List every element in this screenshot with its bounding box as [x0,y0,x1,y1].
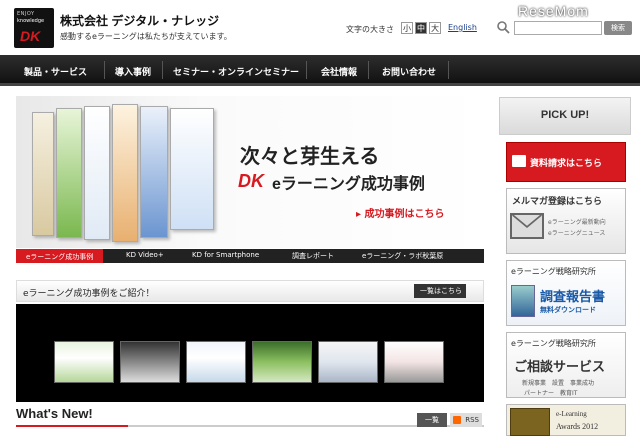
award-badge-icon [510,408,550,436]
nav-item-seminars[interactable]: セミナー・オンラインセミナー [173,65,299,78]
banner-panel [140,106,168,238]
rss-icon [453,416,461,424]
research-report-sub: 無料ダウンロード [540,306,596,314]
search-input[interactable] [514,21,602,35]
rss-button[interactable]: RSS [450,413,482,427]
company-name: 株式会社 デジタル・ナレッジ [60,14,220,28]
nav-divider [448,61,449,79]
banner-tab-report[interactable]: 調査レポート [292,251,334,261]
consulting-sub-1: 新規事業 設置 事業成功 [522,380,595,387]
envelope-icon [510,213,544,239]
banner-tabs: eラーニング成功事例 KD Video+ KD for Smartphone 調… [16,249,484,263]
nav-item-cases[interactable]: 導入事例 [115,65,151,78]
font-size-medium-button[interactable]: 中 [415,22,427,34]
nav-divider [306,61,307,79]
case-thumbnail[interactable] [120,341,180,383]
rss-label: RSS [465,416,479,424]
case-thumbnail[interactable] [54,341,114,383]
case-list-button[interactable]: 一覧はこちら [414,284,466,298]
banner-panel [32,112,54,236]
logo-mark: DK [20,28,41,44]
case-thumbnail[interactable] [252,341,312,383]
case-thumbnail[interactable] [384,341,444,383]
font-size-small-button[interactable]: 小 [401,22,413,34]
english-link[interactable]: English [448,23,477,32]
case-section-title: eラーニング成功事例をご紹介！ [23,289,155,299]
whats-new-accent [16,425,128,427]
request-materials-label: 資料請求はこちら [530,159,603,169]
banner-tab-lab[interactable]: eラーニング・ラボ秋葉原 [362,251,443,261]
newsletter-sub-1: eラーニング最新動向 [548,219,606,226]
logo-knowledge: knowledge [17,18,45,24]
banner-subhead: eラーニング成功事例 [272,176,425,193]
tagline: 感動するeラーニングは私たちが支えています。 [60,32,232,41]
banner-tab-kd-video[interactable]: KD Video+ [126,251,164,259]
news-list-button[interactable]: 一覧 [417,413,447,427]
case-thumbnail[interactable] [186,341,246,383]
award-title-2: Awards 2012 [556,422,599,431]
nav-item-products[interactable]: 製品・サービス [24,65,87,78]
banner-screenshots [24,104,224,246]
award-title-1: e-Learning [556,410,587,418]
consulting-org: eラーニング戦略研究所 [511,339,596,348]
logo-tag: ENJOY [17,11,35,17]
nav-item-company[interactable]: 会社情報 [321,65,357,78]
banner-mark: DK [238,171,264,191]
global-nav: 製品・サービス 導入事例 セミナー・オンラインセミナー 会社情報 お問い合わせ [0,55,640,86]
research-report-heading: 調査報告書 [540,290,606,305]
research-report-org: eラーニング戦略研究所 [511,267,596,276]
search-button[interactable]: 検索 [604,21,632,35]
nav-divider [162,61,163,79]
nav-item-contact[interactable]: お問い合わせ [382,65,436,78]
banner-panel [56,108,82,238]
case-thumbnail[interactable] [318,341,378,383]
watermark: ReseMom [518,3,589,19]
banner-headline: 次々と芽生える [240,146,380,168]
banner-panel [84,106,110,240]
banner-cases-link[interactable]: ▸ 成功事例はこちら [356,205,445,220]
newsletter-sub-2: eラーニングニュース [548,230,606,237]
report-icon [511,285,535,317]
banner-tab-cases[interactable]: eラーニング成功事例 [16,249,104,263]
consulting-sub-2: パートナー 教育IT [524,390,578,397]
case-list-label: 一覧はこちら [420,287,462,295]
whats-new-title: What's New! [16,406,93,421]
document-icon [512,155,526,167]
banner-tab-kd-smartphone[interactable]: KD for Smartphone [192,251,259,259]
consulting-heading: ご相談サービス [514,360,606,375]
company-logo[interactable]: ENJOY knowledge DK [14,8,54,48]
nav-divider [104,61,105,79]
pickup-title: PICK UP! [540,109,590,121]
nav-divider [368,61,369,79]
newsletter-title: メルマガ登録はこちら [512,197,603,207]
banner-panel [170,108,214,230]
font-size-label: 文字の大きさ [346,25,394,34]
banner-panel [112,104,138,242]
search-icon [497,21,510,34]
font-size-large-button[interactable]: 大 [429,22,441,34]
